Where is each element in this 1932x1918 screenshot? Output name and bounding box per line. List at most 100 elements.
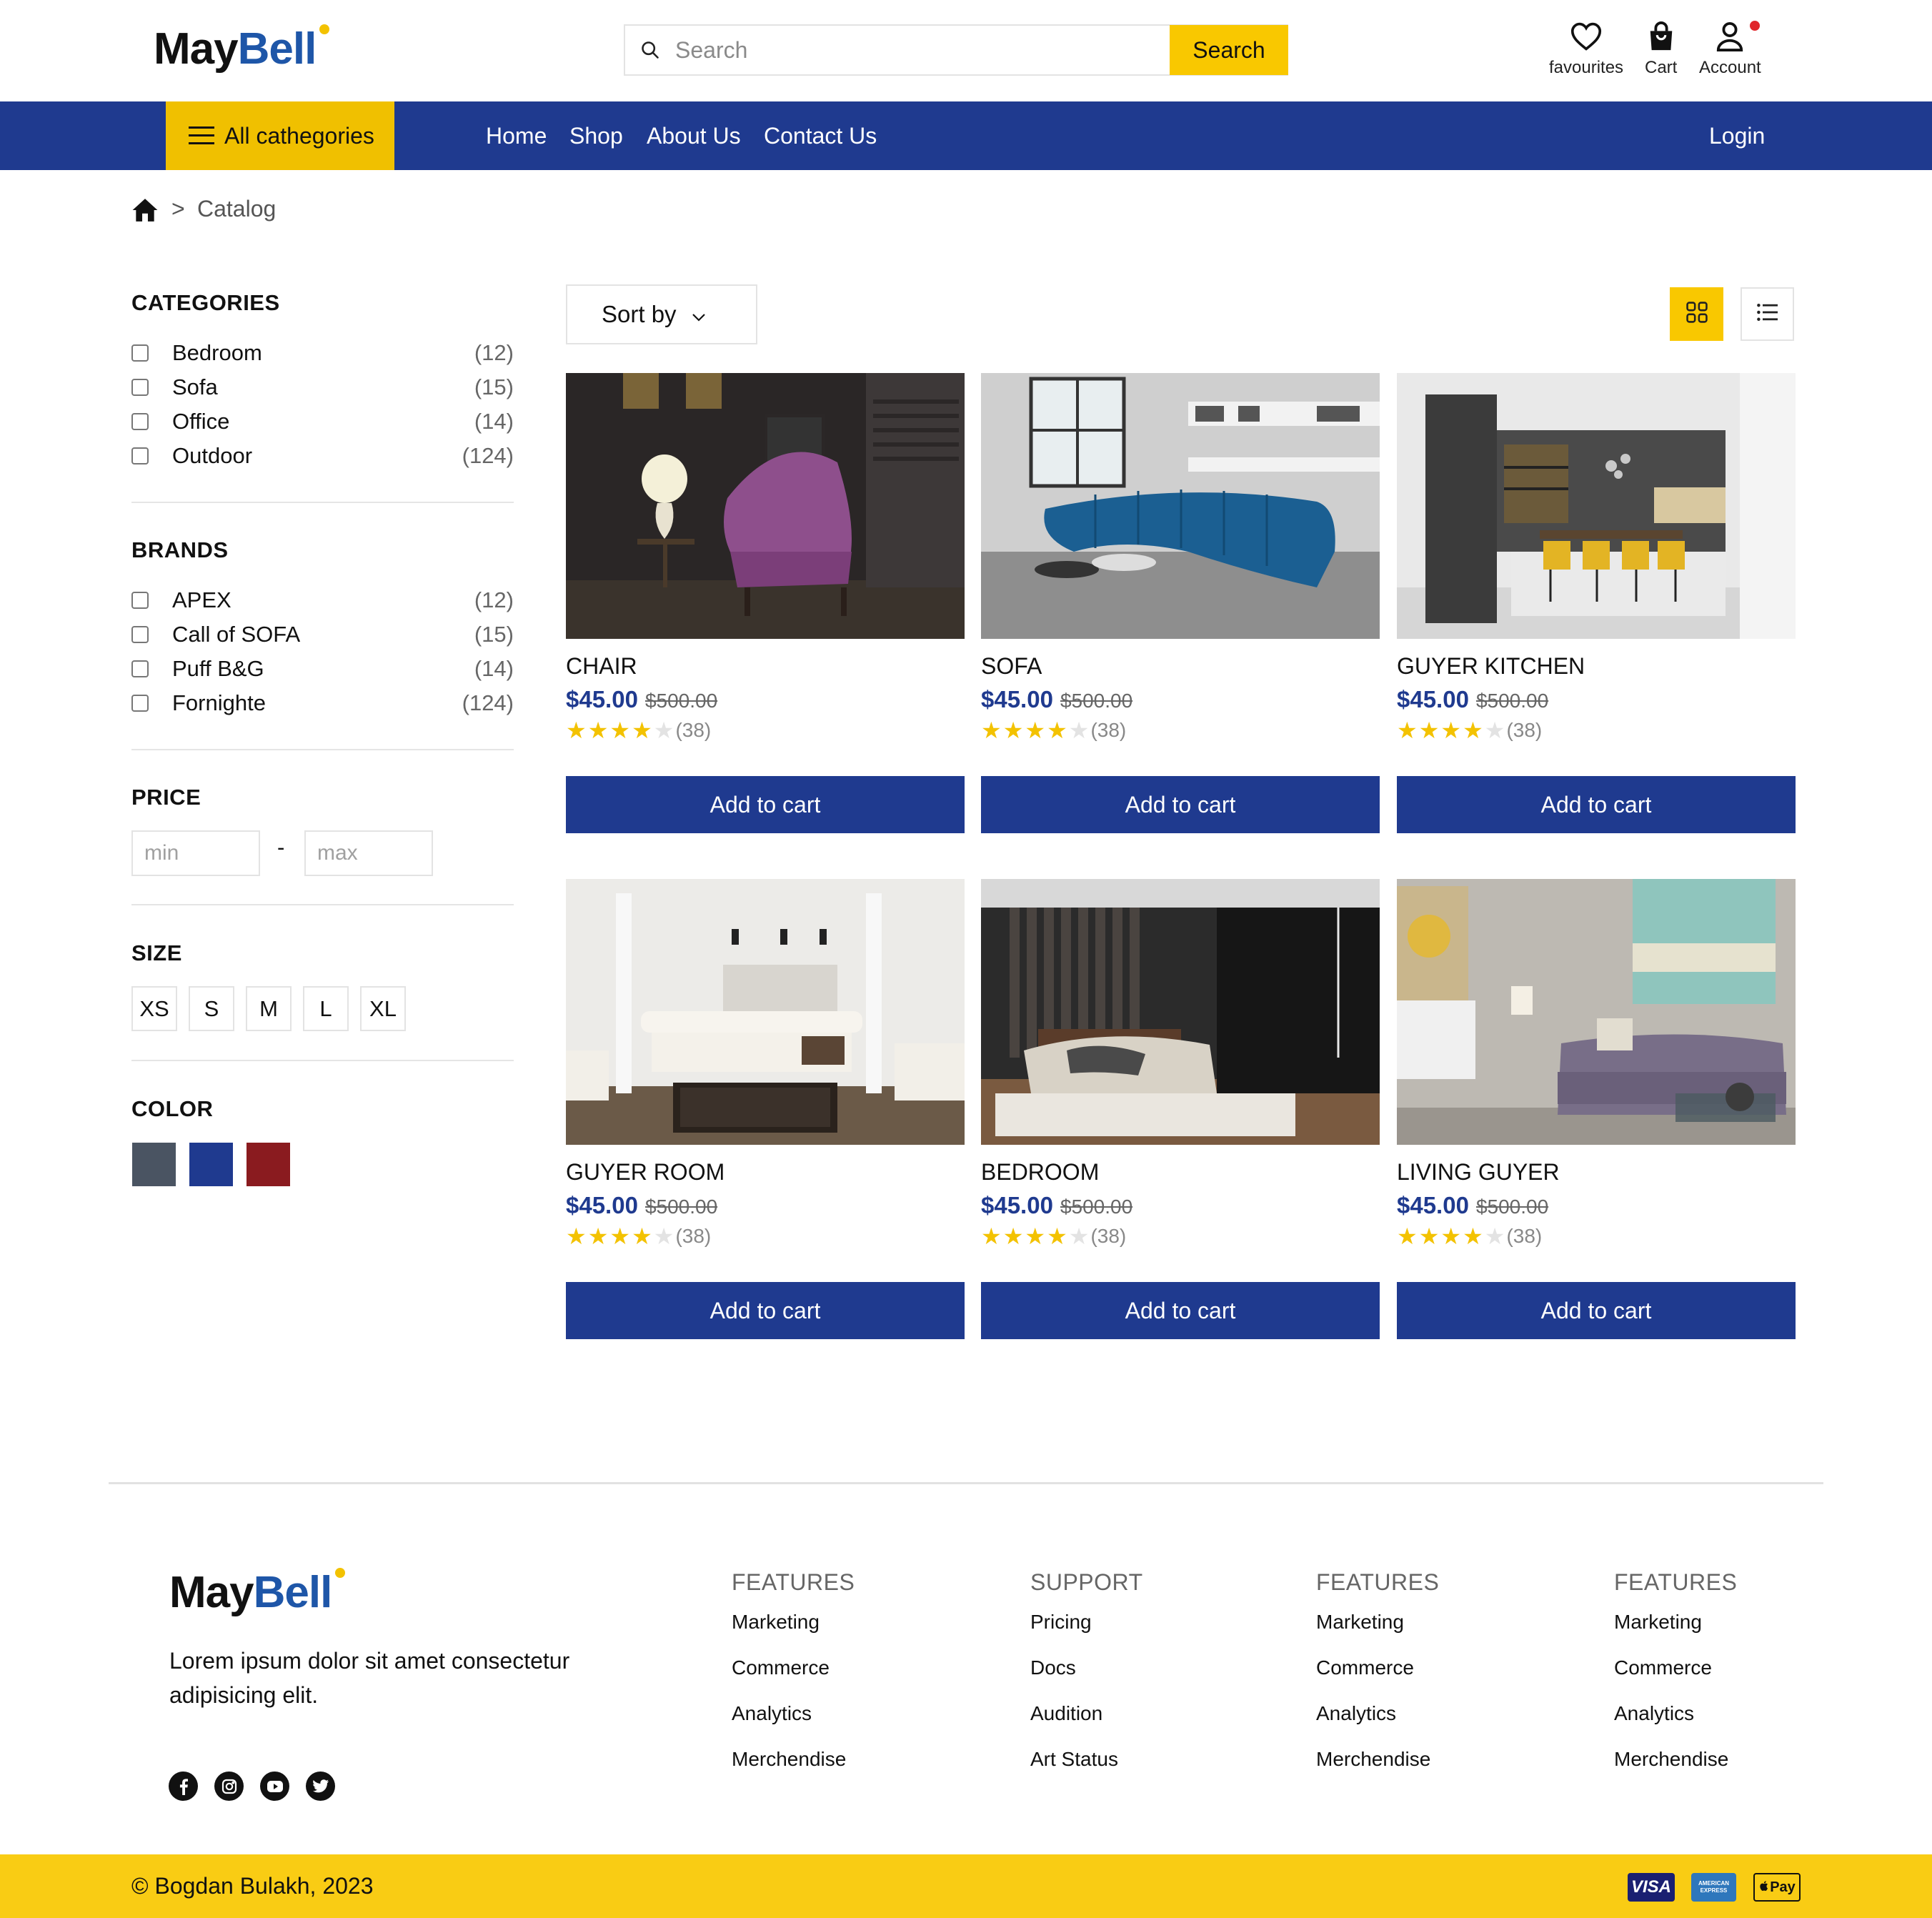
cart-button[interactable]: Cart xyxy=(1645,21,1677,78)
star-icon: ★ xyxy=(1440,717,1462,743)
product-card: GUYER ROOM $45.00 $500.00 ★ ★ ★ ★ ★ (38) Add … xyxy=(566,879,965,1361)
sidebar-divider xyxy=(131,749,514,750)
twitter-icon[interactable] xyxy=(306,1772,335,1801)
footer-link[interactable]: Marketing xyxy=(1316,1611,1404,1634)
nav-about-us[interactable]: About Us xyxy=(647,101,741,170)
footer-link[interactable]: Art Status xyxy=(1030,1748,1118,1771)
footer-link[interactable]: Marketing xyxy=(732,1611,820,1634)
star-icon: ★ xyxy=(587,717,609,743)
product-title[interactable]: CHAIR xyxy=(566,653,637,680)
checkbox[interactable] xyxy=(131,592,149,609)
youtube-icon[interactable] xyxy=(260,1772,289,1801)
checkbox[interactable] xyxy=(131,413,149,430)
brand-filter-fornighte[interactable]: Fornighte (124) xyxy=(131,689,514,717)
color-swatch-red[interactable] xyxy=(247,1143,290,1186)
header-logo[interactable]: MayBell xyxy=(154,24,329,71)
product-price: $45.00 $500.00 xyxy=(566,686,718,712)
nav-shop[interactable]: Shop xyxy=(569,101,623,170)
footer-link[interactable]: Merchendise xyxy=(1614,1748,1728,1771)
footer-link[interactable]: Commerce xyxy=(732,1656,830,1679)
nav-contact-us[interactable]: Contact Us xyxy=(764,101,877,170)
star-icon: ★ xyxy=(1068,717,1090,743)
search-icon xyxy=(625,26,675,74)
category-filter-bedroom[interactable]: Bedroom (12) xyxy=(131,339,514,367)
footer-link[interactable]: Commerce xyxy=(1316,1656,1414,1679)
product-image-bedroom[interactable] xyxy=(981,879,1380,1145)
add-to-cart-button[interactable]: Add to cart xyxy=(566,1282,965,1339)
sort-dropdown[interactable]: Sort by xyxy=(566,284,757,344)
add-to-cart-button[interactable]: Add to cart xyxy=(566,776,965,833)
star-icon: ★ xyxy=(653,1223,674,1249)
category-filter-sofa[interactable]: Sofa (15) xyxy=(131,373,514,402)
list-view-button[interactable] xyxy=(1741,287,1794,341)
footer-logo[interactable]: MayBell xyxy=(169,1568,345,1615)
footer-link[interactable]: Analytics xyxy=(1614,1702,1694,1725)
checkbox[interactable] xyxy=(131,379,149,396)
product-image-living-guyer[interactable] xyxy=(1397,879,1796,1145)
product-title[interactable]: LIVING GUYER xyxy=(1397,1159,1560,1186)
product-image-sofa[interactable] xyxy=(981,373,1380,639)
instagram-icon[interactable] xyxy=(214,1772,244,1801)
size-option-m[interactable]: M xyxy=(246,986,292,1031)
checkbox[interactable] xyxy=(131,344,149,362)
category-filter-outdoor[interactable]: Outdoor (124) xyxy=(131,442,514,470)
star-icon: ★ xyxy=(1047,717,1067,743)
footer-link[interactable]: Pricing xyxy=(1030,1611,1092,1634)
heart-icon xyxy=(1570,21,1602,55)
login-link[interactable]: Login xyxy=(1709,101,1765,170)
checkbox[interactable] xyxy=(131,447,149,464)
add-to-cart-button[interactable]: Add to cart xyxy=(1397,1282,1796,1339)
star-icon: ★ xyxy=(632,1223,652,1249)
footer-link[interactable]: Docs xyxy=(1030,1656,1076,1679)
category-filter-office[interactable]: Office (14) xyxy=(131,407,514,436)
size-option-xs[interactable]: XS xyxy=(131,986,177,1031)
sidebar-divider xyxy=(131,502,514,503)
checkbox[interactable] xyxy=(131,660,149,677)
product-title[interactable]: GUYER KITCHEN xyxy=(1397,653,1585,680)
product-image-chair[interactable] xyxy=(566,373,965,639)
size-option-s[interactable]: S xyxy=(189,986,234,1031)
star-icon: ★ xyxy=(1047,1223,1067,1249)
color-swatch-blue[interactable] xyxy=(189,1143,233,1186)
favourites-button[interactable]: favourites xyxy=(1549,21,1623,78)
footer-link[interactable]: Analytics xyxy=(732,1702,812,1725)
add-to-cart-button[interactable]: Add to cart xyxy=(981,776,1380,833)
checkbox[interactable] xyxy=(131,695,149,712)
footer-link[interactable]: Commerce xyxy=(1614,1656,1712,1679)
product-title[interactable]: SOFA xyxy=(981,653,1042,680)
brand-filter-call-of-sofa[interactable]: Call of SOFA (15) xyxy=(131,620,514,649)
product-card: CHAIR $45.00 $500.00 ★ ★ ★ ★ ★ (38) Add to ca… xyxy=(566,373,965,855)
star-icon: ★ xyxy=(1463,717,1483,743)
footer-divider xyxy=(109,1482,1823,1484)
size-option-l[interactable]: L xyxy=(303,986,349,1031)
footer-link[interactable]: Merchendise xyxy=(732,1748,846,1771)
product-image-guyer-room[interactable] xyxy=(566,879,965,1145)
brand-filter-puff-bg[interactable]: Puff B&G (14) xyxy=(131,655,514,683)
footer-link[interactable]: Marketing xyxy=(1614,1611,1702,1634)
home-icon[interactable] xyxy=(131,197,159,227)
grid-view-button[interactable] xyxy=(1670,287,1723,341)
search-input[interactable] xyxy=(675,26,1170,74)
all-categories-button[interactable]: All cathegories xyxy=(166,101,394,170)
add-to-cart-button[interactable]: Add to cart xyxy=(1397,776,1796,833)
brand-filter-apex[interactable]: APEX (12) xyxy=(131,586,514,615)
footer-link[interactable]: Merchendise xyxy=(1316,1748,1430,1771)
product-price: $45.00 $500.00 xyxy=(981,1192,1133,1218)
size-option-xl[interactable]: XL xyxy=(360,986,406,1031)
price-max-input[interactable] xyxy=(304,830,433,876)
star-icon: ★ xyxy=(632,717,652,743)
footer-bar: © Bogdan Bulakh, 2023 VISA AMERICAN EXPR… xyxy=(0,1854,1932,1918)
add-to-cart-button[interactable]: Add to cart xyxy=(981,1282,1380,1339)
price-separator: - xyxy=(277,835,285,860)
product-title[interactable]: BEDROOM xyxy=(981,1159,1099,1186)
footer-link[interactable]: Audition xyxy=(1030,1702,1102,1725)
color-swatch-gray[interactable] xyxy=(132,1143,176,1186)
checkbox[interactable] xyxy=(131,626,149,643)
product-image-guyer-kitchen[interactable] xyxy=(1397,373,1796,639)
footer-link[interactable]: Analytics xyxy=(1316,1702,1396,1725)
price-min-input[interactable] xyxy=(131,830,260,876)
product-title[interactable]: GUYER ROOM xyxy=(566,1159,724,1186)
nav-home[interactable]: Home xyxy=(486,101,547,170)
search-button[interactable]: Search xyxy=(1170,25,1288,75)
facebook-icon[interactable] xyxy=(169,1772,198,1801)
